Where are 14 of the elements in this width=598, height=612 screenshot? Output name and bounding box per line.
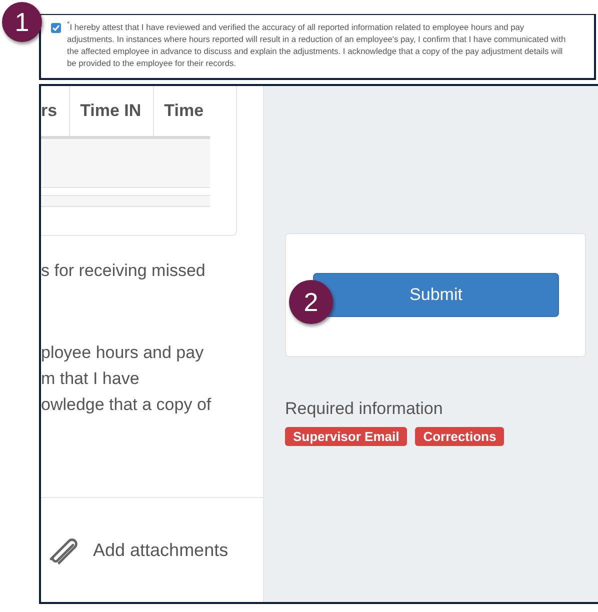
- step-marker: 1: [2, 2, 42, 42]
- body-text: ployee hours and pay: [41, 342, 205, 364]
- required-tag: Supervisor Email: [285, 427, 408, 446]
- body-text: m that I have: [41, 368, 140, 390]
- column-header: rs: [41, 86, 70, 136]
- body-text: s for receiving missed: [41, 260, 206, 282]
- body-text: owledge that a copy of: [41, 394, 212, 416]
- column-header: Time IN: [70, 86, 154, 136]
- column-header: Time: [163, 100, 204, 122]
- required-information-heading: Required information: [285, 399, 444, 419]
- required-tag: Corrections: [415, 427, 504, 446]
- add-attachments-link[interactable]: Add attachments: [93, 540, 228, 560]
- attestation-checkbox[interactable]: [51, 23, 61, 33]
- attestation-text: $^{*}$I hereby attest that I have reviewed and verified the accuracy of all reported information related to employee hours and pay adjustments. In instances where hours reported will result in a reduction of an employee's pay, I confirm that I have communicated with the affected employee in advance to discuss and explain the adjustments. I acknowledge that a copy of the pay adjustment details will be provided to the employee for their records.: [67, 21, 567, 70]
